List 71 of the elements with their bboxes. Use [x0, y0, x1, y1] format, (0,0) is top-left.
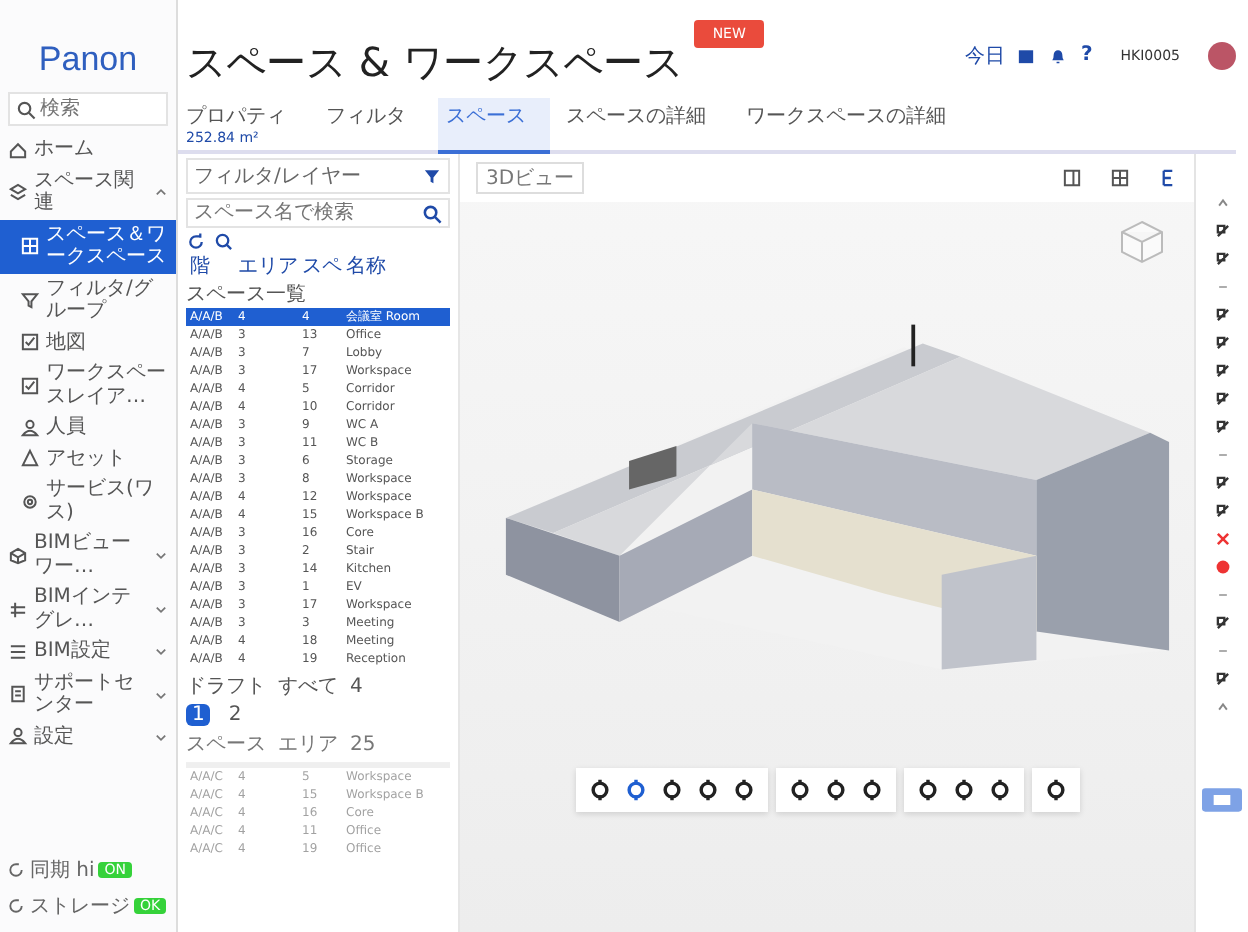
filter-option[interactable]: ドラフト: [186, 672, 266, 700]
nav-item[interactable]: 設定: [0, 721, 176, 752]
search-field[interactable]: スペース名で検索: [186, 198, 450, 228]
nav-item[interactable]: アセット: [0, 443, 176, 474]
nav-item[interactable]: スペース＆ワークスペース: [0, 219, 176, 273]
page-button[interactable]: 1: [186, 704, 211, 726]
grid-icon[interactable]: [1110, 168, 1130, 188]
column-header[interactable]: エリア: [238, 256, 302, 280]
search-field[interactable]: 検索: [8, 92, 168, 126]
tab[interactable]: スペース: [438, 98, 550, 154]
summary-label: スペース: [186, 732, 266, 758]
model-viewport[interactable]: 3Dビュー: [460, 154, 1194, 932]
check-icon: [20, 332, 40, 353]
nav-item[interactable]: ワークスペースレイア…: [0, 358, 176, 412]
panel-icon[interactable]: [1062, 168, 1082, 188]
search-icon: [16, 99, 36, 119]
filter-field[interactable]: フィルタ/レイヤー: [186, 158, 450, 194]
today-link[interactable]: 今日: [964, 41, 1005, 69]
status-label: ストレージ: [30, 894, 130, 920]
chevron-up-icon[interactable]: [1213, 698, 1231, 716]
nav-item[interactable]: ホーム: [0, 134, 176, 165]
nav-item[interactable]: 地図: [0, 327, 176, 358]
nav-item[interactable]: サービス(ワス): [0, 474, 176, 528]
person-icon: [8, 726, 28, 747]
cube-icon: [8, 545, 28, 565]
column-header[interactable]: 階: [190, 256, 238, 280]
help-button[interactable]: ?: [1080, 44, 1093, 66]
search-icon: [422, 203, 442, 223]
search-input[interactable]: 検索: [40, 98, 160, 120]
nav-item[interactable]: BIMインテグレ…: [0, 582, 176, 636]
filter-icon: [422, 166, 442, 186]
summary-label: エリア: [278, 732, 338, 758]
list-icon: [8, 641, 28, 662]
page-title: スペース & ワークスペース: [186, 36, 683, 90]
column-header[interactable]: 名称: [346, 256, 446, 280]
filter-icon: [20, 290, 40, 310]
nav-item[interactable]: BIMビューワー…: [0, 528, 176, 582]
tab[interactable]: ワークスペースの詳細: [738, 98, 970, 154]
status-label: 同期 hi: [30, 857, 95, 884]
logo: Panon: [36, 38, 140, 82]
asset-icon: [20, 448, 40, 469]
nav-item[interactable]: BIM設定: [0, 636, 176, 667]
search-icon[interactable]: [214, 232, 234, 252]
keyboard-icon[interactable]: [1202, 788, 1242, 812]
check-icon: [20, 375, 40, 395]
nav-item[interactable]: サポートセンター: [0, 667, 176, 721]
doc-icon: [8, 684, 28, 704]
nav-item[interactable]: 人員: [0, 412, 176, 443]
gear-icon: [20, 491, 40, 511]
filter-option[interactable]: すべて: [278, 672, 338, 700]
tab[interactable]: フィルタ: [318, 98, 430, 154]
page-button[interactable]: 2: [222, 704, 248, 726]
grid-icon: [20, 236, 40, 256]
summary-label: 25: [350, 733, 376, 755]
tab[interactable]: スペースの詳細: [558, 98, 730, 154]
nav-item[interactable]: スペース関連: [0, 165, 176, 219]
home-icon: [8, 139, 28, 160]
column-header[interactable]: スペ: [302, 256, 346, 280]
text-icon[interactable]: [1158, 168, 1178, 188]
view-dropdown[interactable]: 3Dビュー: [476, 162, 585, 194]
bell-icon[interactable]: [1048, 45, 1069, 65]
filter-option[interactable]: 4: [350, 675, 363, 697]
layers-icon: [8, 182, 28, 202]
stop-icon[interactable]: [1213, 558, 1231, 576]
person-icon: [20, 417, 40, 438]
avatar[interactable]: [1208, 41, 1236, 69]
nav-item[interactable]: フィルタ/グループ: [0, 273, 176, 327]
close-icon[interactable]: [1213, 530, 1231, 548]
chevron-up-icon[interactable]: [1213, 194, 1231, 212]
refresh-icon[interactable]: [186, 232, 206, 252]
group-label: スペース一覧: [186, 282, 308, 308]
